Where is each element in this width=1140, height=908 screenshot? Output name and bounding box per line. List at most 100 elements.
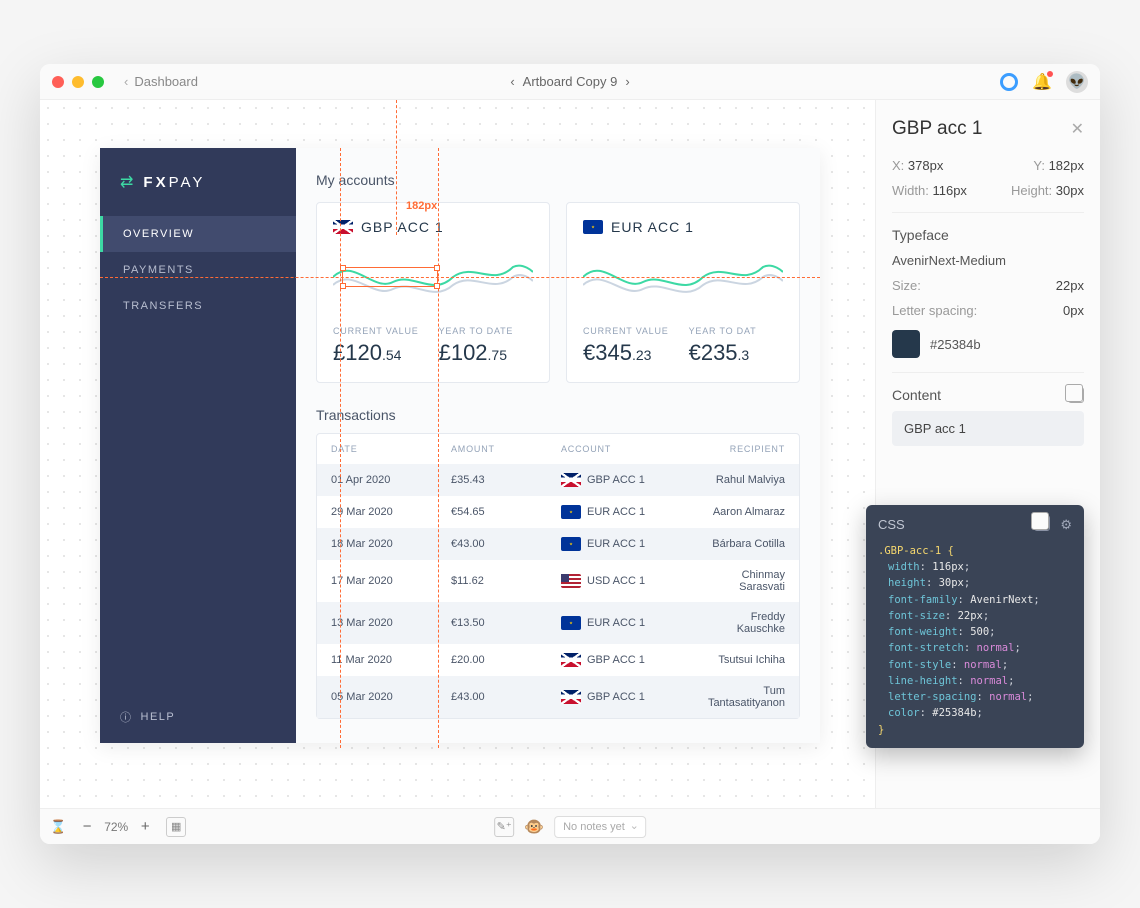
artboard-nav: ‹ Artboard Copy 9 ›: [510, 74, 629, 89]
account-card[interactable]: EUR ACC 1 CURRENT VALUE€345.23 YEAR TO D…: [566, 202, 800, 383]
flag-icon: [561, 537, 581, 551]
body: ⇄ FXPAY OVERVIEWPAYMENTSTRANSFERS ⓘ HELP…: [40, 100, 1100, 808]
height-label: Height:: [1011, 183, 1052, 198]
cell-recipient: Tsutsui Ichiha: [701, 654, 785, 666]
account-name: EUR ACC 1: [611, 219, 694, 235]
sidebar-item-payments[interactable]: PAYMENTS: [100, 252, 296, 288]
letterspacing-value: 0px: [1063, 303, 1084, 318]
table-row[interactable]: 29 Mar 2020 €54.65 EUR ACC 1 Aaron Almar…: [317, 496, 799, 528]
table-row[interactable]: 11 Mar 2020 £20.00 GBP ACC 1 Tsutsui Ich…: [317, 644, 799, 676]
size-label: Size:: [892, 278, 921, 293]
add-note-button[interactable]: ✎⁺: [494, 817, 514, 837]
breadcrumb[interactable]: ‹ Dashboard: [124, 74, 198, 89]
css-panel[interactable]: CSS ⚙ .GBP-acc-1 { width: 116px;height: …: [866, 505, 1084, 748]
table-row[interactable]: 05 Mar 2020 £43.00 GBP ACC 1 Tum Tantasa…: [317, 676, 799, 718]
cell-date: 29 Mar 2020: [331, 506, 451, 518]
cell-amount: €43.00: [451, 538, 561, 550]
size-value: 22px: [1056, 278, 1084, 293]
cell-recipient: Chinmay Sarasvati: [701, 569, 785, 593]
table-row[interactable]: 17 Mar 2020 $11.62 USD ACC 1 Chinmay Sar…: [317, 560, 799, 602]
app-window: ‹ Dashboard ‹ Artboard Copy 9 › 🔔 👽 ⇄ FX…: [40, 64, 1100, 844]
cell-account: GBP ACC 1: [561, 473, 701, 487]
cell-amount: £20.00: [451, 654, 561, 666]
swap-arrows-icon: ⇄: [120, 172, 133, 192]
close-inspector-button[interactable]: ✕: [1071, 119, 1084, 139]
breadcrumb-label: Dashboard: [134, 74, 198, 89]
cell-account: EUR ACC 1: [561, 537, 701, 551]
current-value-label: CURRENT VALUE: [333, 326, 419, 336]
content-header: Content: [892, 387, 941, 403]
cell-amount: $11.62: [451, 575, 561, 587]
titlebar-actions: 🔔 👽: [1000, 71, 1088, 93]
grid-toggle-button[interactable]: ▦: [166, 817, 186, 837]
cell-date: 11 Mar 2020: [331, 654, 451, 666]
cell-date: 13 Mar 2020: [331, 617, 451, 629]
maximize-window-button[interactable]: [92, 76, 104, 88]
cell-amount: £35.43: [451, 474, 561, 486]
col-recipient: RECIPIENT: [701, 444, 785, 454]
zoom-in-button[interactable]: +: [136, 818, 154, 836]
cell-recipient: Bárbara Cotilla: [701, 538, 785, 550]
cell-date: 18 Mar 2020: [331, 538, 451, 550]
zoom-out-button[interactable]: −: [78, 818, 96, 836]
fxpay-logo: ⇄ FXPAY: [100, 148, 296, 216]
flag-icon: [561, 653, 581, 667]
cell-account: GBP ACC 1: [561, 653, 701, 667]
current-value: £120.54: [333, 340, 419, 366]
letterspacing-label: Letter spacing:: [892, 303, 977, 318]
prev-artboard-button[interactable]: ‹: [510, 74, 514, 89]
inspector-title: GBP acc 1: [892, 118, 982, 140]
sync-status-icon[interactable]: [1000, 73, 1018, 91]
flag-icon: [333, 220, 353, 234]
account-cards: GBP ACC 1 CURRENT VALUE £120.54 YEAR TO D…: [316, 202, 800, 383]
hourglass-icon[interactable]: ⌛: [50, 819, 66, 835]
account-name: GBP ACC 1: [361, 219, 444, 235]
measure-label: 182px: [406, 200, 437, 212]
chevron-left-icon: ‹: [124, 74, 128, 89]
help-icon: ⓘ: [120, 709, 133, 725]
cell-amount: £43.00: [451, 691, 561, 703]
cell-account: EUR ACC 1: [561, 616, 701, 630]
fxpay-sidebar: ⇄ FXPAY OVERVIEWPAYMENTSTRANSFERS ⓘ HELP: [100, 148, 296, 743]
ytd-label: YEAR TO DATE: [439, 326, 514, 336]
color-swatch[interactable]: [892, 330, 920, 358]
content-value: GBP acc 1: [892, 411, 1084, 446]
copy-css-button[interactable]: [1034, 515, 1050, 531]
minimize-window-button[interactable]: [72, 76, 84, 88]
fxpay-main: My accounts GBP ACC 1 CURRENT VALUE £120.…: [296, 148, 820, 743]
cell-date: 17 Mar 2020: [331, 575, 451, 587]
ytd-label: YEAR TO DAT: [689, 326, 757, 336]
next-artboard-button[interactable]: ›: [625, 74, 629, 89]
css-panel-title: CSS: [878, 515, 905, 535]
titlebar: ‹ Dashboard ‹ Artboard Copy 9 › 🔔 👽: [40, 64, 1100, 100]
monkey-icon[interactable]: 🐵: [524, 817, 544, 837]
cell-amount: €54.65: [451, 506, 561, 518]
account-card[interactable]: GBP ACC 1 CURRENT VALUE £120.54 YEAR TO D…: [316, 202, 550, 383]
col-account: ACCOUNT: [561, 444, 701, 454]
table-row[interactable]: 13 Mar 2020 €13.50 EUR ACC 1 Freddy Kaus…: [317, 602, 799, 644]
copy-content-button[interactable]: [1068, 387, 1084, 403]
accounts-header: My accounts: [316, 172, 800, 188]
width-label: Width:: [892, 183, 929, 198]
flag-icon: [561, 690, 581, 704]
x-label: X:: [892, 158, 904, 173]
cell-recipient: Tum Tantasatityanon: [701, 685, 785, 709]
sidebar-item-overview[interactable]: OVERVIEW: [100, 216, 296, 252]
notifications-icon[interactable]: 🔔: [1032, 72, 1052, 92]
css-settings-icon[interactable]: ⚙: [1060, 515, 1072, 535]
cell-date: 01 Apr 2020: [331, 474, 451, 486]
table-row[interactable]: 18 Mar 2020 €43.00 EUR ACC 1 Bárbara Cot…: [317, 528, 799, 560]
close-window-button[interactable]: [52, 76, 64, 88]
user-avatar[interactable]: 👽: [1066, 71, 1088, 93]
typeface-header: Typeface: [892, 227, 1084, 243]
table-row[interactable]: 01 Apr 2020 £35.43 GBP ACC 1 Rahul Malvi…: [317, 464, 799, 496]
notes-dropdown[interactable]: No notes yet: [554, 816, 646, 838]
canvas[interactable]: ⇄ FXPAY OVERVIEWPAYMENTSTRANSFERS ⓘ HELP…: [40, 100, 875, 808]
ytd-value: €235.3: [689, 340, 757, 366]
width-value: 116px: [932, 183, 966, 198]
sidebar-item-transfers[interactable]: TRANSFERS: [100, 288, 296, 324]
help-link[interactable]: ⓘ HELP: [100, 691, 296, 743]
height-value: 30px: [1056, 183, 1084, 198]
footer-bar: ⌛ − 72% + ▦ ✎⁺ 🐵 No notes yet: [40, 808, 1100, 844]
x-value: 378px: [908, 158, 943, 173]
